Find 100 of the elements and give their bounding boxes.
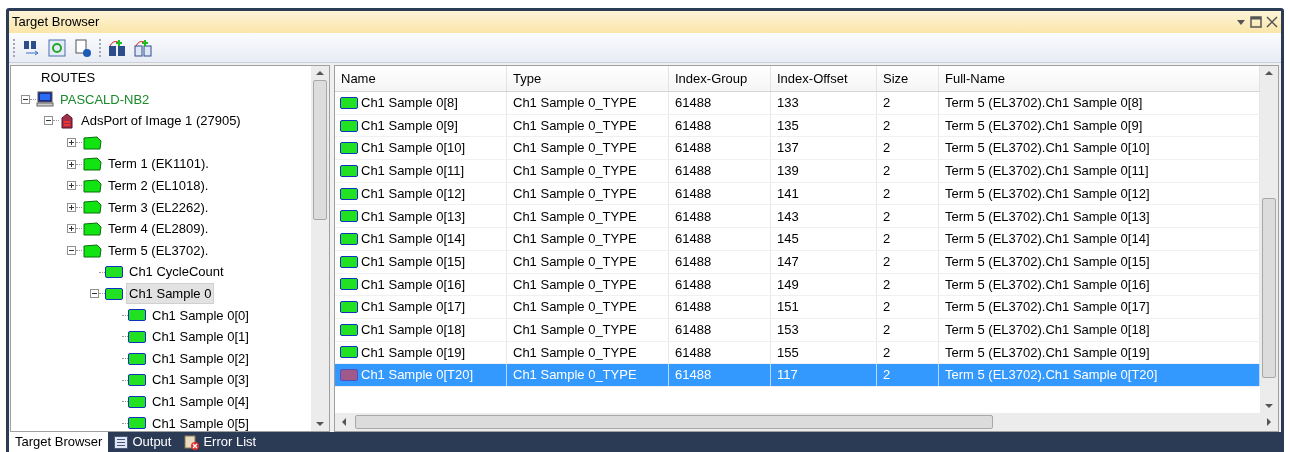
table-row[interactable]: Ch1 Sample 0[17] Ch1 Sample 0_TYPE 61488 151 2 Term 5 (EL3702).Ch1 Sample 0[17] xyxy=(335,296,1260,319)
size-cell-text: 2 xyxy=(883,275,891,294)
size-cell-text: 2 xyxy=(883,298,891,317)
type-cell-text: Ch1 Sample 0_TYPE xyxy=(513,298,637,317)
name-cell-text: Ch1 Sample 0[19] xyxy=(361,343,466,362)
scroll-down-icon[interactable] xyxy=(1265,403,1273,409)
index-group-cell-text: 61488 xyxy=(675,184,712,203)
index-group-cell-text: 61488 xyxy=(675,207,712,226)
expand-toggle[interactable] xyxy=(67,138,76,148)
size-cell-text: 2 xyxy=(883,230,891,249)
type-cell-text: Ch1 Sample 0_TYPE xyxy=(513,184,637,203)
document-globe-icon[interactable] xyxy=(73,37,93,58)
size-cell-text: 2 xyxy=(883,139,891,158)
table-row[interactable]: Ch1 Sample 0[18] Ch1 Sample 0_TYPE 61488 153 2 Term 5 (EL3702).Ch1 Sample 0[18] xyxy=(335,318,1260,342)
table-row[interactable]: Ch1 Sample 0[8] Ch1 Sample 0_TYPE 61488 133 2 Term 5 (EL3702).Ch1 Sample 0[8] xyxy=(335,92,1260,115)
scroll-left-icon[interactable] xyxy=(341,418,347,426)
full-name-cell-text: Term 5 (EL3702).Ch1 Sample 0[17] xyxy=(945,298,1150,317)
maximize-icon[interactable] xyxy=(1250,16,1262,28)
name-cell-text: Ch1 Sample 0[9] xyxy=(361,116,458,135)
panel-tab[interactable]: Target Browser xyxy=(9,432,109,452)
collapse-toggle[interactable] xyxy=(67,246,76,256)
index-offset-cell-text: 135 xyxy=(777,116,799,135)
type-cell-text: Ch1 Sample 0_TYPE xyxy=(513,162,637,181)
size-cell-text: 2 xyxy=(883,162,891,181)
index-offset-cell-text: 137 xyxy=(777,139,799,158)
name-cell-text: Ch1 Sample 0[10] xyxy=(361,139,466,158)
scroll-thumb[interactable] xyxy=(313,80,327,220)
scroll-down-icon[interactable] xyxy=(316,421,324,427)
cabinet-icon xyxy=(59,113,75,129)
index-offset-cell-text: 117 xyxy=(777,366,798,385)
scroll-up-icon[interactable] xyxy=(316,70,324,76)
variable-icon xyxy=(340,346,358,359)
size-cell-text: 2 xyxy=(883,116,891,135)
table-row[interactable]: Ch1 Sample 0[10] Ch1 Sample 0_TYPE 61488 137 2 Term 5 (EL3702).Ch1 Sample 0[10] xyxy=(335,137,1260,161)
variable-icon xyxy=(340,96,358,109)
column-header[interactable]: Type xyxy=(507,66,669,91)
size-cell-text: 2 xyxy=(883,320,891,339)
name-cell-text: Ch1 Sample 0[13] xyxy=(361,207,466,226)
index-group-cell-text: 61488 xyxy=(675,320,712,339)
expand-toggle[interactable] xyxy=(67,202,76,212)
name-cell-text: Ch1 Sample 0[14] xyxy=(361,230,466,249)
table-row[interactable]: Ch1 Sample 0[9] Ch1 Sample 0_TYPE 61488 135 2 Term 5 (EL3702).Ch1 Sample 0[9] xyxy=(335,114,1260,138)
size-cell-text: 2 xyxy=(883,252,891,271)
scroll-up-icon[interactable] xyxy=(1265,70,1273,76)
full-name-cell-text: Term 5 (EL3702).Ch1 Sample 0[10] xyxy=(945,139,1150,158)
column-header[interactable]: Index-Offset xyxy=(771,66,877,91)
dropdown-icon[interactable] xyxy=(1236,18,1246,26)
variable-icon xyxy=(340,278,358,291)
computer-icon xyxy=(36,91,54,108)
horizontal-scrollbar[interactable] xyxy=(335,413,1278,431)
add-route-icon[interactable] xyxy=(107,37,127,58)
terminal-icon xyxy=(82,135,102,150)
name-cell-text: Ch1 Sample 0[15] xyxy=(361,252,466,271)
type-cell-text: Ch1 Sample 0_TYPE xyxy=(513,207,637,226)
terminal-icon xyxy=(82,157,102,172)
name-cell-text: Ch1 Sample 0[18] xyxy=(361,320,466,339)
column-header[interactable]: Name xyxy=(335,66,507,91)
document-icon xyxy=(114,435,129,449)
expand-toggle[interactable] xyxy=(67,159,76,169)
clipboard-error-icon xyxy=(183,434,200,450)
collapse-toggle[interactable] xyxy=(90,289,99,299)
index-group-cell-text: 61488 xyxy=(675,343,712,362)
collapse-toggle[interactable] xyxy=(44,116,53,126)
collapse-toggle[interactable] xyxy=(21,94,30,104)
scroll-right-icon[interactable] xyxy=(1266,418,1272,426)
refresh-icon[interactable] xyxy=(47,37,67,58)
panel-tab[interactable]: Output xyxy=(108,432,178,452)
tree-item[interactable]: Ch1 Sample 0 xyxy=(127,284,214,304)
table-row[interactable]: Ch1 Sample 0[12] Ch1 Sample 0_TYPE 61488 141 2 Term 5 (EL3702).Ch1 Sample 0[12] xyxy=(335,182,1260,206)
variable-icon xyxy=(128,352,146,365)
variable-icon xyxy=(340,232,358,245)
full-name-cell-text: Term 5 (EL3702).Ch1 Sample 0[12] xyxy=(945,184,1150,203)
size-cell-text: 2 xyxy=(883,366,891,385)
type-cell-text: Ch1 Sample 0_TYPE xyxy=(513,139,637,158)
expand-toggle[interactable] xyxy=(67,181,76,191)
index-offset-cell-text: 153 xyxy=(777,320,799,339)
table-row[interactable]: Ch1 Sample 0[15] Ch1 Sample 0_TYPE 61488 147 2 Term 5 (EL3702).Ch1 Sample 0[15] xyxy=(335,250,1260,274)
table-row[interactable]: Ch1 Sample 0[11] Ch1 Sample 0_TYPE 61488 139 2 Term 5 (EL3702).Ch1 Sample 0[11] xyxy=(335,160,1260,183)
vertical-scrollbar[interactable] xyxy=(1260,66,1278,413)
type-cell-text: Ch1 Sample 0_TYPE xyxy=(513,320,637,339)
terminal-icon xyxy=(82,200,102,215)
vertical-scrollbar[interactable] xyxy=(311,66,329,431)
index-offset-cell-text: 143 xyxy=(777,207,799,226)
column-header[interactable]: Index-Group xyxy=(669,66,771,91)
variable-icon xyxy=(340,301,358,314)
name-cell-text: Ch1 Sample 0[16] xyxy=(361,275,466,294)
variable-icon xyxy=(340,255,358,268)
column-header[interactable]: Size xyxy=(877,66,939,91)
close-icon[interactable] xyxy=(1266,16,1278,28)
size-cell-text: 2 xyxy=(883,343,891,362)
add-route-list-icon[interactable] xyxy=(133,37,153,58)
panel-tab[interactable]: Error List xyxy=(177,432,263,452)
expand-toggle[interactable] xyxy=(67,224,76,234)
table-row[interactable]: Ch1 Sample 0[16] Ch1 Sample 0_TYPE 61488 149 2 Term 5 (EL3702).Ch1 Sample 0[16] xyxy=(335,273,1260,297)
table-row[interactable]: Ch1 Sample 0[14] Ch1 Sample 0_TYPE 61488 145 2 Term 5 (EL3702).Ch1 Sample 0[14] xyxy=(335,228,1260,251)
type-cell-text: Ch1 Sample 0_TYPE xyxy=(513,94,637,113)
scroll-thumb[interactable] xyxy=(355,415,993,429)
table-row[interactable]: Ch1 Sample 0[13] Ch1 Sample 0_TYPE 61488 143 2 Term 5 (EL3702).Ch1 Sample 0[13] xyxy=(335,205,1260,229)
terminal-icon xyxy=(82,243,102,258)
scroll-thumb[interactable] xyxy=(1262,198,1276,378)
